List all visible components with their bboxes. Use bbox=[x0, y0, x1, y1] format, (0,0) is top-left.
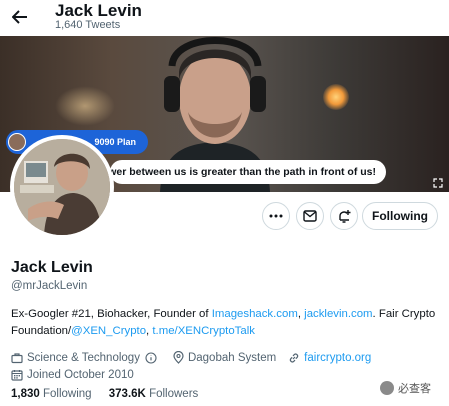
banner-quote-text: the Power between us is greater than the… bbox=[76, 166, 376, 178]
following-label: Following bbox=[42, 388, 92, 400]
bio-link-telegram[interactable]: t.me/XENCryptoTalk bbox=[152, 325, 255, 337]
plan-avatar bbox=[8, 133, 26, 151]
website-link[interactable]: faircrypto.org bbox=[304, 352, 371, 364]
more-options-button[interactable] bbox=[262, 202, 290, 230]
tweet-count: 1,640 Tweets bbox=[55, 19, 121, 31]
location-pin-icon bbox=[173, 351, 184, 364]
watermark-text: 必查客 bbox=[398, 383, 431, 395]
profile-location: Dagobah System bbox=[173, 351, 276, 364]
more-dots-icon bbox=[269, 214, 283, 218]
watermark-logo-icon bbox=[380, 381, 394, 395]
following-stat[interactable]: 1,830 Following bbox=[11, 388, 92, 400]
category-label: Science & Technology bbox=[27, 351, 140, 364]
profile-stats: 1,830 Following 373.6K Followers bbox=[11, 388, 212, 400]
mail-icon bbox=[303, 210, 317, 222]
bio-link-jacklevin[interactable]: jacklevin.com bbox=[304, 308, 372, 320]
following-button[interactable]: Following bbox=[362, 202, 438, 230]
link-icon bbox=[289, 353, 299, 362]
avatar-photo bbox=[14, 139, 110, 235]
expand-icon bbox=[433, 178, 443, 188]
notifications-button[interactable] bbox=[330, 202, 358, 230]
watermark: 必查客 bbox=[380, 380, 431, 396]
banner-quote: the Power between us is greater than the… bbox=[76, 160, 386, 184]
following-count: 1,830 bbox=[11, 388, 40, 400]
profile-name: Jack Levin bbox=[11, 259, 93, 276]
profile-category: Science & Technology bbox=[11, 352, 161, 364]
bio-link-imageshack[interactable]: Imageshack.com bbox=[212, 308, 298, 320]
bell-plus-icon bbox=[339, 209, 351, 223]
profile-website: faircrypto.org bbox=[288, 352, 371, 364]
briefcase-icon bbox=[11, 352, 23, 363]
profile-meta: Science & Technology Dagobah System fair… bbox=[11, 349, 383, 383]
followers-label: Followers bbox=[149, 388, 199, 400]
plan-label: 9090 Plan bbox=[94, 137, 136, 147]
joined-label: Joined October 2010 bbox=[27, 368, 134, 381]
back-arrow-icon[interactable] bbox=[9, 6, 31, 28]
profile-handle: @mrJackLevin bbox=[11, 280, 88, 292]
calendar-icon bbox=[11, 369, 23, 381]
info-icon[interactable] bbox=[145, 351, 157, 364]
bio-text: Ex-Googler #21, Biohacker, Founder of bbox=[11, 308, 212, 320]
profile-header: Jack Levin 1,640 Tweets bbox=[0, 0, 449, 36]
location-label: Dagobah System bbox=[187, 351, 277, 364]
message-button[interactable] bbox=[296, 202, 324, 230]
profile-bio: Ex-Googler #21, Biohacker, Founder of Im… bbox=[11, 306, 441, 340]
banner-light bbox=[55, 86, 115, 126]
profile-avatar[interactable] bbox=[10, 135, 114, 239]
followers-count: 373.6K bbox=[108, 388, 146, 400]
bio-mention-xen-crypto[interactable]: @XEN_Crypto bbox=[71, 325, 146, 337]
profile-joined: Joined October 2010 bbox=[11, 369, 134, 381]
followers-stat[interactable]: 373.6K Followers bbox=[109, 388, 199, 400]
banner-lamp bbox=[323, 84, 349, 110]
header-name: Jack Levin bbox=[55, 1, 142, 20]
